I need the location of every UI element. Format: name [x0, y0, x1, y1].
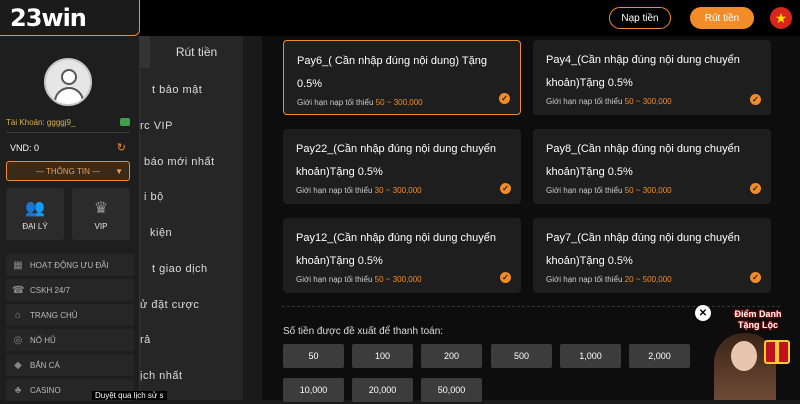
info-dropdown-label: — THÔNG TIN —: [35, 166, 101, 176]
deposit-button[interactable]: Nạp tiền: [609, 7, 671, 29]
sidebar-item-label: BẮN CÁ: [30, 360, 60, 370]
payment-method-card[interactable]: Pay4_(Cần nhập đúng nội dung chuyển khoả…: [533, 40, 771, 115]
home-icon: ⌂: [14, 309, 22, 321]
support-icon: ☎: [12, 284, 25, 296]
fish-icon: ◆: [14, 359, 22, 371]
sidebar-item-home[interactable]: ⌂ TRANG CHỦ: [6, 304, 134, 326]
account-name: Tài Khoản: ggggj9_: [6, 114, 130, 130]
payment-method-limit: Giới hạn nạp tối thiểu 50 ~ 300,000: [297, 98, 423, 107]
chevron-down-icon: ▼: [115, 166, 123, 176]
account-menu-item[interactable]: i bộ: [144, 191, 247, 203]
suggest-amount-label: Số tiền được đề xuất để thanh toán:: [283, 326, 444, 337]
sidebar-item-label: CASINO: [30, 385, 61, 395]
avatar[interactable]: [44, 58, 92, 106]
tab-deposit-edge[interactable]: [140, 36, 150, 68]
amount-option[interactable]: 200: [421, 344, 482, 368]
account-menu-item[interactable]: ịch nhất: [140, 370, 243, 382]
payment-method-limit: Giới hạn nạp tối thiểu 20 ~ 500,000: [546, 275, 672, 284]
account-menu-item[interactable]: kiện: [150, 227, 253, 239]
amount-option[interactable]: 2,000: [629, 344, 690, 368]
account-menu-item[interactable]: t bảo mật: [152, 84, 255, 96]
refresh-icon[interactable]: ↻: [117, 141, 126, 154]
payment-method-title: Pay12_(Cần nhập đúng nội dung chuyển kho…: [296, 232, 496, 267]
check-icon: ✓: [500, 272, 511, 283]
amount-option[interactable]: 50: [283, 344, 344, 368]
casino-icon: ♣: [14, 384, 22, 396]
info-dropdown[interactable]: — THÔNG TIN — ▼: [6, 161, 130, 181]
withdraw-button[interactable]: Rút tiền: [690, 7, 754, 29]
account-menu-item[interactable]: t giao dịch: [152, 263, 255, 275]
payment-method-card[interactable]: Pay7_(Cần nhập đúng nội dung chuyển khoả…: [533, 218, 771, 293]
payment-method-limit: Giới hạn nạp tối thiểu 50 ~ 300,000: [546, 186, 672, 195]
payment-method-title: Pay22_(Cần nhập đúng nội dung chuyển kho…: [296, 143, 496, 178]
vietnam-flag-icon[interactable]: ★: [770, 7, 792, 29]
amount-option[interactable]: 20,000: [352, 378, 413, 402]
sidebar-item-label: TRANG CHỦ: [30, 310, 78, 320]
sidebar-item-promotions[interactable]: ▦ HOẠT ĐỘNG ƯU ĐÃI: [6, 254, 134, 276]
vip-icon: ♛: [93, 199, 109, 217]
sidebar-item-support[interactable]: ☎ CSKH 24/7: [6, 279, 134, 301]
logo-text: 23win: [10, 3, 87, 32]
slot-icon: ◎: [13, 334, 23, 346]
check-icon: ✓: [750, 272, 761, 283]
logo[interactable]: 23win: [0, 0, 140, 36]
payment-method-card[interactable]: Pay12_(Cần nhập đúng nội dung chuyển kho…: [283, 218, 521, 293]
payment-method-card[interactable]: Pay8_(Cần nhập đúng nội dung chuyển khoả…: [533, 129, 771, 204]
check-icon: ✓: [750, 183, 761, 194]
account-menu: Rút tiền t bảo mật rc VIP báo mới nhất i…: [140, 36, 243, 400]
top-bar: 23win Nạp tiền Rút tiền ★: [0, 0, 800, 36]
close-icon[interactable]: ✕: [695, 305, 711, 321]
payment-method-limit: Giới hạn nạp tối thiểu 50 ~ 300,000: [296, 275, 422, 284]
payment-method-title: Pay7_(Cần nhập đúng nội dung chuyển khoả…: [546, 232, 740, 267]
payment-method-title: Pay8_(Cần nhập đúng nội dung chuyển khoả…: [546, 143, 740, 178]
message-icon[interactable]: [120, 118, 130, 126]
promo-title: Điểm Danh Tặng Lộc: [734, 309, 782, 330]
sidebar-menu: ▦ HOẠT ĐỘNG ƯU ĐÃI ☎ CSKH 24/7 ⌂ TRANG CHỦ …: [6, 254, 134, 404]
balance-row: VND: 0 ↻: [10, 141, 126, 154]
payment-method-title: Pay6_( Cần nhập đúng nội dung) Tặng 0.5%: [297, 55, 487, 90]
amount-option[interactable]: 10,000: [283, 378, 344, 402]
account-menu-item[interactable]: báo mới nhất: [144, 156, 247, 168]
agent-icon: 👥: [25, 199, 45, 217]
sidebar-item-label: NỔ HŨ: [30, 335, 56, 345]
account-menu-item[interactable]: ử đặt cược: [140, 299, 243, 311]
quick-tiles: 👥 ĐẠI LÝ ♛ VIP: [6, 188, 130, 240]
divider: [6, 132, 130, 133]
sidebar-item-fishing[interactable]: ◆ BẮN CÁ: [6, 354, 134, 376]
tab-withdraw-label: Rút tiền: [175, 45, 218, 59]
payment-method-card[interactable]: Pay22_(Cần nhập đúng nội dung chuyển kho…: [283, 129, 521, 204]
agent-tile[interactable]: 👥 ĐẠI LÝ: [6, 188, 64, 240]
promo-icon: ▦: [13, 259, 23, 271]
sidebar-item-slots[interactable]: ◎ NỔ HŨ: [6, 329, 134, 351]
account-label: Tài Khoản: ggggj9_: [6, 117, 76, 127]
vip-tile[interactable]: ♛ VIP: [72, 188, 130, 240]
check-icon: ✓: [500, 183, 511, 194]
amount-option[interactable]: 100: [352, 344, 413, 368]
check-icon: ✓: [750, 94, 761, 105]
tab-withdraw[interactable]: Rút tiền: [140, 36, 243, 68]
vip-tile-label: VIP: [94, 221, 108, 231]
sidebar-item-label: CSKH 24/7: [30, 285, 71, 295]
agent-tile-label: ĐẠI LÝ: [22, 221, 48, 231]
amount-option[interactable]: 50,000: [421, 378, 482, 402]
payment-method-card[interactable]: Pay6_( Cần nhập đúng nội dung) Tặng 0.5%…: [283, 40, 521, 115]
account-menu-item[interactable]: rả: [140, 334, 243, 346]
account-menu-item[interactable]: rc VIP: [140, 120, 243, 132]
sidebar: Tài Khoản: ggggj9_ VND: 0 ↻ — THÔNG TIN …: [0, 36, 140, 401]
payment-method-title: Pay4_(Cần nhập đúng nội dung chuyển khoả…: [546, 54, 740, 89]
tooltip: Duyệt qua lịch sử s: [92, 391, 167, 400]
check-icon: ✓: [499, 93, 510, 104]
amount-option[interactable]: 1,000: [560, 344, 621, 368]
sidebar-item-label: HOẠT ĐỘNG ƯU ĐÃI: [30, 260, 109, 270]
payment-method-limit: Giới hạn nạp tối thiểu 50 ~ 300,000: [546, 97, 672, 106]
gift-icon: [764, 340, 790, 364]
amount-option[interactable]: 500: [491, 344, 552, 368]
balance-value: VND: 0: [10, 142, 40, 153]
payment-method-limit: Giới hạn nạp tối thiểu 30 ~ 300,000: [296, 186, 422, 195]
